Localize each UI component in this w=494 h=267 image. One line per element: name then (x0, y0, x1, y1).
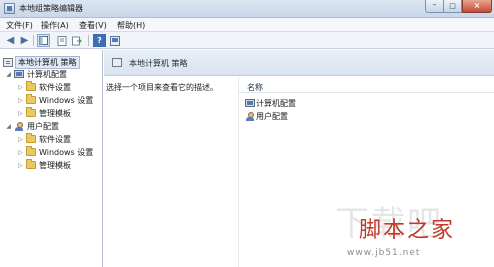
watermark-brand: 脚本之家 (359, 218, 456, 243)
user-icon (14, 121, 24, 131)
collapse-arrow-icon[interactable]: ▷ (17, 149, 24, 156)
list-item-label: 用户配置 (256, 111, 288, 121)
folder-icon (26, 94, 36, 104)
tree-pane: 本地计算机 策略 ◢ 计算机配置 ▷ 软件设置 ▷ Windows 设置 ▷ 管… (0, 50, 103, 267)
computer-icon (245, 99, 255, 107)
expand-arrow-icon[interactable]: ◢ (5, 123, 12, 130)
tree-item-label: 管理模板 (39, 160, 71, 170)
help-icon[interactable]: ? (93, 34, 106, 47)
menu-action[interactable]: 操作(A) (41, 20, 69, 31)
title-bar: 本地组策略编辑器 – □ × (0, 0, 494, 18)
tree-item-windows-settings[interactable]: ▷ Windows 设置 (17, 94, 93, 106)
tree-item-label: 软件设置 (39, 82, 71, 92)
close-button[interactable]: × (462, 0, 492, 13)
tree-item-software-settings[interactable]: ▷ 软件设置 (17, 81, 71, 93)
collapse-arrow-icon[interactable]: ▷ (17, 136, 24, 143)
properties-glyph (57, 35, 66, 46)
export-glyph (71, 36, 82, 45)
tree-item-label: 管理模板 (39, 108, 71, 118)
watermark: 下载吧 脚本之家 www.jb51.net (335, 204, 490, 264)
toolbar-separator (33, 35, 34, 46)
toolbar-separator (88, 35, 89, 46)
menu-file[interactable]: 文件(F) (6, 20, 33, 31)
app-icon (4, 3, 15, 14)
back-icon[interactable]: ◀ (4, 34, 17, 47)
column-name-label: 名称 (247, 83, 263, 92)
user-icon (245, 111, 255, 121)
collapse-arrow-icon[interactable]: ▷ (17, 97, 24, 104)
details-title: 本地计算机 策略 (129, 59, 188, 68)
tree-item-windows-settings[interactable]: ▷ Windows 设置 (17, 146, 93, 158)
menu-help[interactable]: 帮助(H) (117, 20, 145, 31)
list-item-user-config[interactable]: 用户配置 (245, 110, 288, 122)
tree-item-software-settings[interactable]: ▷ 软件设置 (17, 133, 71, 145)
policy-icon (3, 57, 13, 67)
menu-bar: 文件(F) 操作(A) 查看(V) 帮助(H) (0, 18, 494, 32)
computer-icon (14, 70, 24, 78)
collapse-arrow-icon[interactable]: ▷ (17, 84, 24, 91)
minimize-button[interactable]: – (425, 0, 444, 13)
description-text: 选择一个项目来查看它的描述。 (106, 83, 218, 92)
tree-item-label: 软件设置 (39, 134, 71, 144)
folder-icon (26, 159, 36, 169)
tree-root[interactable]: 本地计算机 策略 (3, 55, 80, 69)
tree-item-label: Windows 设置 (39, 95, 94, 105)
list-item-label: 计算机配置 (256, 98, 296, 108)
folder-icon (26, 81, 36, 91)
maximize-button[interactable]: □ (444, 0, 462, 13)
tree-item-user-config[interactable]: ◢ 用户配置 (5, 120, 59, 132)
tree-item-label: 计算机配置 (27, 69, 67, 79)
folder-icon (26, 107, 36, 117)
watermark-url: www.jb51.net (347, 248, 421, 258)
tree-item-admin-templates[interactable]: ▷ 管理模板 (17, 107, 71, 119)
list-item-computer-config[interactable]: 计算机配置 (245, 97, 296, 109)
export-icon[interactable] (70, 34, 83, 47)
forward-icon[interactable]: ▶ (18, 34, 31, 47)
show-tree-glyph (39, 36, 48, 45)
tree-item-computer-config[interactable]: ◢ 计算机配置 (5, 68, 67, 80)
tree-root-label: 本地计算机 策略 (15, 55, 80, 69)
folder-icon (26, 133, 36, 143)
show-tree-icon[interactable] (37, 34, 50, 47)
expand-arrow-icon[interactable]: ◢ (5, 71, 12, 78)
console-icon[interactable] (108, 34, 121, 47)
console-glyph (109, 35, 120, 46)
collapse-arrow-icon[interactable]: ▷ (17, 110, 24, 117)
details-header: 本地计算机 策略 (104, 50, 494, 76)
window-title: 本地组策略编辑器 (19, 4, 83, 13)
properties-icon[interactable] (55, 34, 68, 47)
tree-item-label: 用户配置 (27, 121, 59, 131)
policy-icon (112, 58, 122, 67)
folder-icon (26, 146, 36, 156)
column-header[interactable]: 名称 (239, 79, 494, 93)
tree-item-admin-templates[interactable]: ▷ 管理模板 (17, 159, 71, 171)
collapse-arrow-icon[interactable]: ▷ (17, 162, 24, 169)
tree-item-label: Windows 设置 (39, 147, 94, 157)
toolbar: ◀ ▶ ? (0, 32, 494, 49)
menu-view[interactable]: 查看(V) (79, 20, 107, 31)
